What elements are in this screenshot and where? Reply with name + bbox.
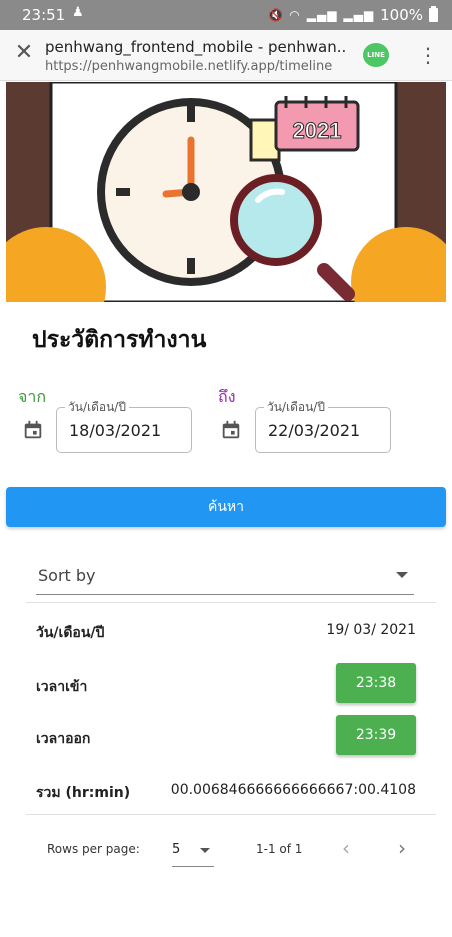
mute-icon: 🔇	[268, 8, 284, 22]
timeline-card: ประวัติการทำงาน จาก วัน/เดือน/ปี 18/03/2…	[6, 302, 446, 867]
sort-label: Sort by	[38, 566, 96, 585]
rows-per-page-label: Rows per page:	[47, 842, 140, 856]
checkout-label: เวลาออก	[36, 731, 91, 747]
hero-illustration: 2021	[6, 82, 446, 302]
chevron-down-icon	[396, 572, 408, 578]
browser-page-title: penhwang_frontend_mobile - penhwan...	[45, 38, 345, 56]
more-options-icon[interactable]: ⋮	[418, 42, 438, 68]
status-icons: 🔇 ◠ ▂▄▆ ▂▄▆ 100%	[268, 6, 438, 24]
record-date-value: 19/ 03/ 2021	[326, 622, 416, 638]
sort-select[interactable]: Sort by	[36, 560, 414, 595]
battery-icon	[429, 6, 438, 22]
divider	[26, 814, 436, 815]
total-label: รวม (hr:min)	[36, 785, 131, 801]
browser-url[interactable]: https://penhwangmobile.netlify.app/timel…	[45, 59, 345, 74]
checkin-time-button[interactable]: 23:38	[336, 663, 416, 703]
total-value: 00.006846666666666667:00.4108	[170, 782, 416, 798]
to-date-field-label: วัน/เดือน/ปี	[264, 398, 328, 417]
search-button[interactable]: ค้นหา	[6, 487, 446, 527]
from-label: จาก	[18, 387, 47, 406]
checkout-time-button[interactable]: 23:39	[336, 715, 416, 755]
divider	[26, 602, 436, 603]
checkin-label: เวลาเข้า	[36, 679, 88, 695]
signal-icon: ▂▄▆	[306, 8, 338, 22]
record-date-label: วัน/เดือน/ปี	[36, 625, 105, 641]
from-date-field[interactable]: วัน/เดือน/ปี 18/03/2021	[56, 398, 192, 453]
rows-per-page-value: 5	[172, 842, 181, 857]
chevron-right-icon[interactable]: ›	[398, 836, 406, 860]
line-share-icon[interactable]: LINE	[363, 43, 389, 67]
wifi-icon: ◠	[289, 8, 301, 22]
to-label: ถึง	[218, 387, 236, 406]
page-title: ประวัติการทำงาน	[32, 327, 207, 353]
close-icon[interactable]: ✕	[12, 41, 36, 65]
browser-toolbar: ✕ penhwang_frontend_mobile - penhwan... …	[0, 30, 452, 81]
to-date-field[interactable]: วัน/เดือน/ปี 22/03/2021	[255, 398, 391, 453]
calendar-year: 2021	[293, 118, 342, 143]
notification-icon: ♟	[72, 5, 84, 20]
from-date-value[interactable]: 18/03/2021	[69, 421, 161, 440]
chevron-left-icon[interactable]: ‹	[342, 836, 350, 860]
clock-calendar-illustration: 2021	[6, 82, 446, 302]
status-time: 23:51	[22, 6, 66, 24]
chevron-down-icon	[200, 848, 210, 853]
signal-icon-2: ▂▄▆	[343, 8, 375, 22]
to-date-value[interactable]: 22/03/2021	[268, 421, 360, 440]
battery-percent: 100%	[380, 6, 423, 24]
calendar-icon[interactable]	[22, 419, 44, 441]
rows-per-page-select[interactable]: 5	[172, 834, 214, 867]
calendar-icon[interactable]	[220, 419, 242, 441]
status-bar: 23:51 ♟ 🔇 ◠ ▂▄▆ ▂▄▆ 100%	[0, 0, 452, 30]
from-date-field-label: วัน/เดือน/ปี	[65, 398, 129, 417]
pagination-range: 1-1 of 1	[256, 842, 303, 856]
